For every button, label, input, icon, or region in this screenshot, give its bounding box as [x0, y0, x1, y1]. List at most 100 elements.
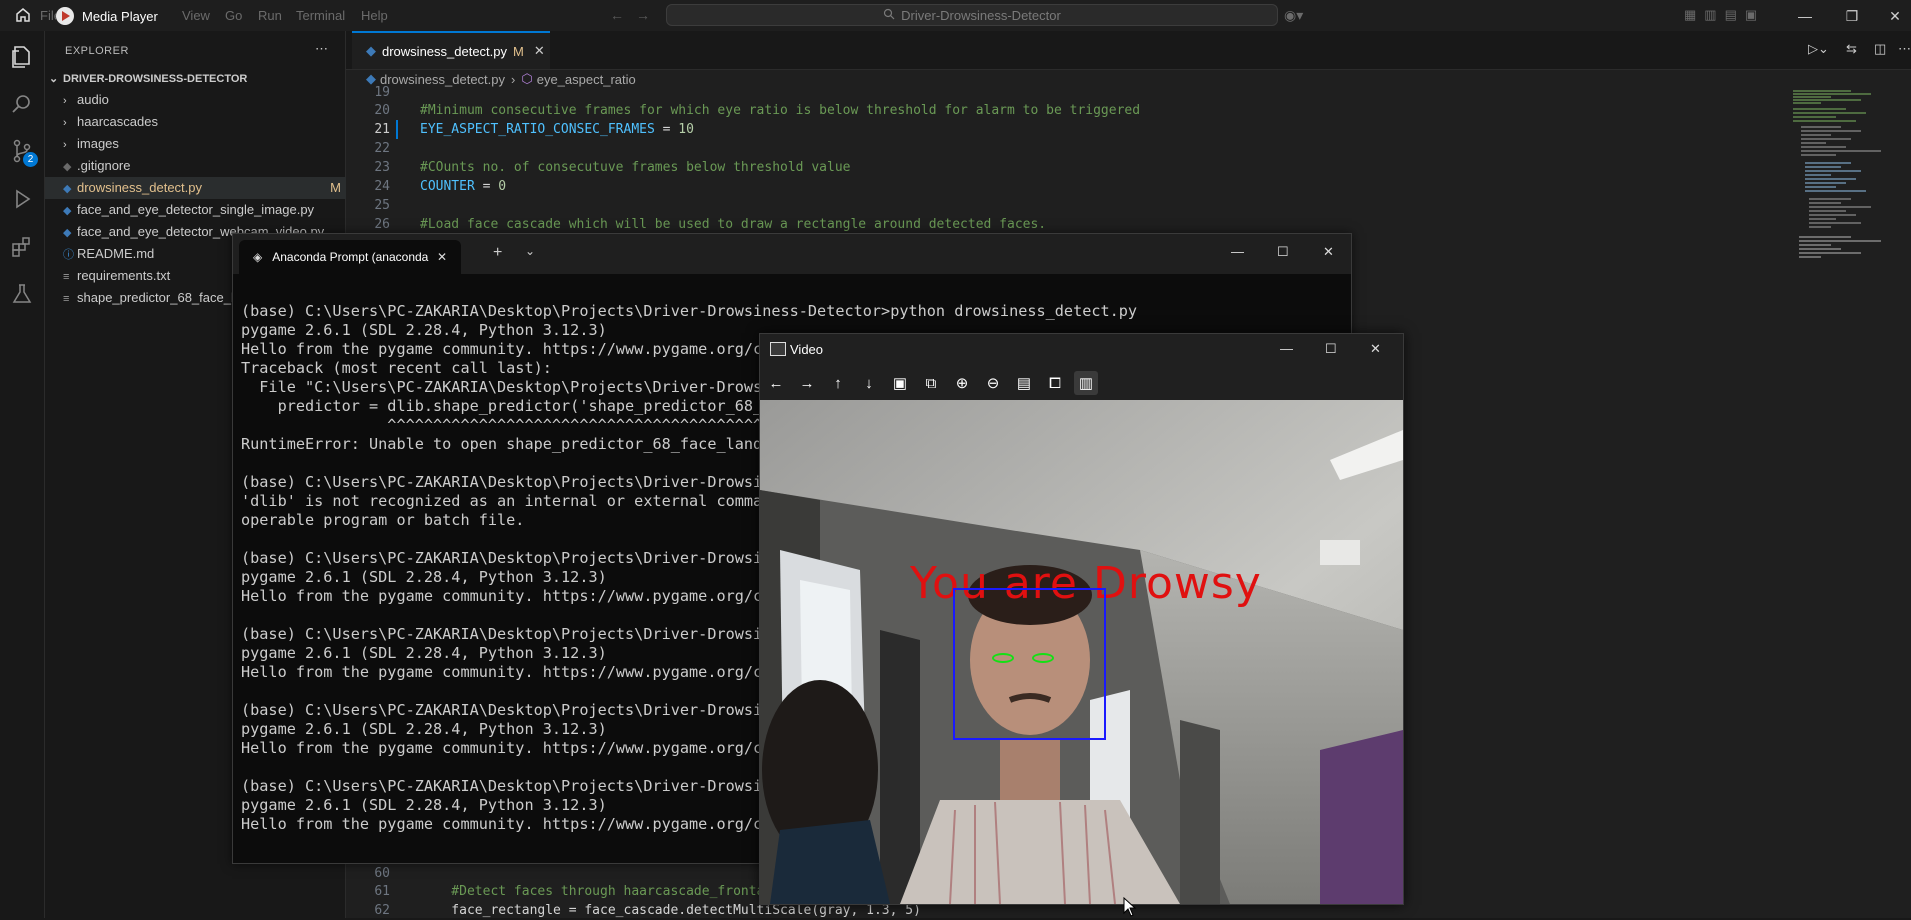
- more-actions-icon[interactable]: ⋯: [315, 41, 328, 57]
- video-minimize-button[interactable]: —: [1280, 341, 1293, 356]
- run-python-icon[interactable]: ▷⌄: [1808, 41, 1829, 57]
- terminal-line: (base) C:\Users\PC-ZAKARIA\Desktop\Proje…: [241, 625, 772, 643]
- terminal-line: pygame 2.6.1 (SDL 2.28.4, Python 3.12.3): [241, 720, 607, 738]
- editor-more-icon[interactable]: ⋯: [1898, 41, 1911, 57]
- menu-terminal[interactable]: Terminal: [296, 8, 345, 23]
- command-center-search[interactable]: Driver-Drowsiness-Detector: [666, 4, 1278, 26]
- terminal-tab-strip: ◈ Anaconda Prompt (anaconda ✕ + ⌄ — ☐ ✕: [233, 234, 1351, 274]
- search-icon[interactable]: [9, 91, 35, 117]
- nav-forward-icon[interactable]: →: [636, 7, 650, 23]
- chevron-right-icon: ›: [63, 139, 67, 151]
- terminal-line: (base) C:\Users\PC-ZAKARIA\Desktop\Proje…: [241, 549, 772, 567]
- terminal-minimize-button[interactable]: —: [1231, 244, 1244, 259]
- restore-button[interactable]: ❐: [1842, 6, 1862, 26]
- new-tab-icon[interactable]: +: [493, 244, 502, 262]
- terminal-tab[interactable]: ◈ Anaconda Prompt (anaconda ✕: [239, 240, 461, 274]
- terminal-line: Hello from the pygame community. https:/…: [241, 340, 772, 358]
- image-properties-icon[interactable]: ⧉: [919, 371, 943, 395]
- code-line[interactable]: 26 #Load face cascade which will be used …: [346, 215, 1046, 234]
- tab-label: drowsiness_detect.py: [382, 43, 508, 59]
- minimap[interactable]: [1791, 87, 1891, 307]
- close-button[interactable]: ✕: [1885, 6, 1905, 26]
- mouse-cursor-icon: [1123, 897, 1137, 917]
- tree-folder-audio[interactable]: › audio: [45, 89, 363, 111]
- terminal-line: 'dlib' is not recognized as an internal …: [241, 492, 772, 510]
- current-line-marker: [396, 120, 398, 139]
- code-line[interactable]: 24 COUNTER = 0: [346, 177, 506, 196]
- compare-icon[interactable]: ⇆: [1846, 41, 1857, 57]
- settings-icon[interactable]: ▥: [1074, 371, 1098, 395]
- tab-modified-badge: M: [513, 43, 524, 59]
- nav-back-icon[interactable]: ←: [610, 7, 624, 23]
- terminal-line: Hello from the pygame community. https:/…: [241, 815, 772, 833]
- terminal-line: predictor = dlib.shape_predictor('shape_…: [241, 397, 772, 415]
- code-line[interactable]: 20 #Minimum consecutive frames for which …: [346, 101, 1140, 120]
- video-close-button[interactable]: ✕: [1370, 341, 1381, 357]
- explorer-title: EXPLORER: [65, 45, 129, 57]
- terminal-line: pygame 2.6.1 (SDL 2.28.4, Python 3.12.3): [241, 568, 607, 586]
- terminal-tab-close-icon[interactable]: ✕: [437, 250, 447, 264]
- tree-file-face-eye-single[interactable]: ◆ face_and_eye_detector_single_image.py: [45, 199, 363, 221]
- chevron-down-icon: ⌄: [49, 73, 59, 85]
- chevron-right-icon: ›: [63, 95, 67, 107]
- project-root[interactable]: ⌄ DRIVER-DROWSINESS-DETECTOR: [45, 68, 349, 90]
- code-line[interactable]: 61 #Detect faces through haarcascade_fro…: [346, 882, 772, 901]
- terminal-line: ^^^^^^^^^^^^^^^^^^^^^^^^^^^^^^^^^^^^^^^^…: [241, 416, 781, 434]
- terminal-icon: ◈: [253, 250, 263, 264]
- split-editor-icon[interactable]: ◫: [1874, 41, 1886, 57]
- run-debug-icon[interactable]: [9, 186, 35, 212]
- explorer-icon[interactable]: [9, 43, 35, 69]
- down-icon[interactable]: ↓: [857, 371, 881, 395]
- image-icon[interactable]: ▣: [888, 371, 912, 395]
- terminal-close-button[interactable]: ✕: [1323, 244, 1334, 260]
- up-icon[interactable]: ↑: [826, 371, 850, 395]
- media-player-indicator[interactable]: Media Player: [56, 6, 166, 26]
- breadcrumb-separator-icon: ›: [511, 71, 516, 87]
- copy-icon[interactable]: ⧠: [1043, 371, 1067, 395]
- forward-icon[interactable]: →: [795, 371, 819, 395]
- testing-flask-icon[interactable]: [9, 281, 35, 307]
- python-file-icon: ◆: [63, 227, 72, 239]
- home-icon[interactable]: [14, 6, 32, 27]
- video-maximize-button[interactable]: ☐: [1325, 341, 1337, 357]
- minimap-lines: [1793, 90, 1881, 258]
- tree-folder-images[interactable]: › images: [45, 133, 363, 155]
- layout-icons[interactable]: ▦▥▤▣: [1684, 7, 1765, 23]
- menu-go[interactable]: Go: [225, 8, 242, 23]
- search-text: Driver-Drowsiness-Detector: [901, 7, 1061, 23]
- extensions-icon[interactable]: [9, 234, 35, 260]
- tree-file-drowsiness-detect[interactable]: ◆ drowsiness_detect.py M: [45, 177, 363, 199]
- menu-help[interactable]: Help: [361, 8, 388, 23]
- menu-view[interactable]: View: [182, 8, 210, 23]
- title-bar: File View Go Run Terminal Help Media Pla…: [0, 0, 1911, 31]
- breadcrumb-symbol[interactable]: eye_aspect_ratio: [537, 72, 636, 87]
- source-control-icon[interactable]: 2: [9, 138, 38, 167]
- zoom-out-icon[interactable]: ⊖: [981, 371, 1005, 395]
- zoom-in-icon[interactable]: ⊕: [950, 371, 974, 395]
- tree-file-gitignore[interactable]: ◆ .gitignore: [45, 155, 363, 177]
- terminal-line: Hello from the pygame community. https:/…: [241, 663, 772, 681]
- data-file-icon: ≡: [63, 293, 70, 305]
- code-line[interactable]: 23 #COunts no. of consecutuve frames belo…: [346, 158, 850, 177]
- video-title-bar: Video — ☐ ✕: [760, 334, 1403, 366]
- minimize-button[interactable]: —: [1795, 6, 1815, 26]
- search-icon: [883, 8, 895, 23]
- save-icon[interactable]: ▤: [1012, 371, 1036, 395]
- copilot-icon[interactable]: ◉▾: [1284, 7, 1303, 24]
- tab-close-icon[interactable]: ✕: [534, 43, 545, 59]
- back-icon[interactable]: ←: [764, 371, 788, 395]
- code-line[interactable]: 19: [346, 83, 420, 102]
- python-file-icon: ◆: [63, 205, 72, 217]
- tree-folder-haarcascades[interactable]: › haarcascades: [45, 111, 363, 133]
- tab-dropdown-icon[interactable]: ⌄: [525, 244, 535, 258]
- video-window[interactable]: Video — ☐ ✕ ← → ↑ ↓ ▣ ⧉ ⊕ ⊖ ▤ ⧠ ▥ You ar…: [759, 333, 1404, 905]
- menu-run[interactable]: Run: [258, 8, 282, 23]
- code-line[interactable]: 25: [346, 196, 420, 215]
- window-icon: [770, 342, 786, 356]
- code-line[interactable]: 21 EYE_ASPECT_RATIO_CONSEC_FRAMES = 10: [346, 120, 694, 139]
- code-line[interactable]: 22: [346, 139, 420, 158]
- tab-drowsiness-detect[interactable]: ◆ drowsiness_detect.py M ✕: [352, 31, 550, 69]
- code-line[interactable]: 60: [346, 864, 420, 883]
- terminal-maximize-button[interactable]: ☐: [1277, 244, 1289, 260]
- terminal-line: File "C:\Users\PC-ZAKARIA\Desktop\Projec…: [241, 378, 772, 396]
